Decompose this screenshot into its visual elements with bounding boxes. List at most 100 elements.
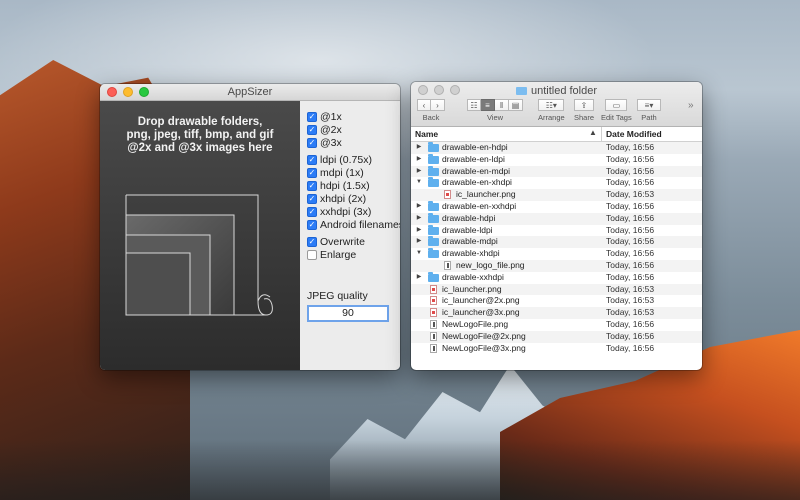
checkbox-unchecked[interactable]: ✓	[307, 250, 317, 260]
file-date-modified: Today, 16:56	[606, 165, 655, 176]
checkbox-checked[interactable]: ✓	[307, 112, 317, 122]
option-checkbox-row[interactable]: ✓ mdpi (1x)	[307, 167, 364, 179]
file-date-modified: Today, 16:56	[606, 259, 655, 270]
edit-tags-button[interactable]: ▭	[605, 99, 628, 111]
appsizer-titlebar[interactable]: AppSizer	[100, 84, 400, 101]
file-list-row[interactable]: ▶ drawable-en-mdpi Today, 16:56	[411, 165, 702, 178]
file-list-row[interactable]: ▼ drawable-en-xhdpi Today, 16:56	[411, 177, 702, 189]
file-date-modified: Today, 16:56	[606, 177, 655, 188]
column-divider[interactable]	[601, 127, 602, 141]
image-file-icon	[430, 308, 437, 318]
option-label: @2x	[320, 124, 342, 136]
jpeg-quality-field[interactable]: 90	[307, 305, 389, 322]
option-checkbox-row[interactable]: ✓ xhdpi (2x)	[307, 193, 366, 205]
gallery-view-button[interactable]: ▤	[509, 99, 523, 111]
checkbox-checked[interactable]: ✓	[307, 155, 317, 165]
disclosure-collapsed-icon[interactable]: ▶	[415, 225, 423, 237]
file-list-row[interactable]: ▶ drawable-xxhdpi Today, 16:56	[411, 271, 702, 284]
disclosure-collapsed-icon[interactable]: ▶	[415, 236, 423, 248]
option-checkbox-row[interactable]: ✓ @1x	[307, 111, 342, 123]
column-header-row: Name ▲ Date Modified	[411, 127, 702, 142]
checkbox-checked[interactable]: ✓	[307, 181, 317, 191]
file-list-row[interactable]: ▶ drawable-en-xxhdpi Today, 16:56	[411, 200, 702, 213]
option-checkbox-row[interactable]: ✓ hdpi (1.5x)	[307, 180, 370, 192]
disclosure-expanded-icon[interactable]: ▼	[415, 177, 423, 189]
back-button[interactable]: ‹	[417, 99, 431, 111]
option-checkbox-row[interactable]: ✓ ldpi (0.75x)	[307, 154, 372, 166]
file-list-row[interactable]: ▶ drawable-en-hdpi Today, 16:56	[411, 142, 702, 154]
checkbox-checked[interactable]: ✓	[307, 125, 317, 135]
image-drop-zone[interactable]: Drop drawable folders, png, jpeg, tiff, …	[100, 101, 300, 370]
list-view-button[interactable]: ≡	[481, 99, 495, 111]
file-name: drawable-mdpi	[442, 236, 498, 247]
file-list-row[interactable]: ic_launcher.png Today, 16:53	[411, 189, 702, 201]
folder-icon	[428, 200, 439, 211]
disclosure-collapsed-icon[interactable]: ▶	[415, 272, 423, 284]
file-date-modified: Today, 16:56	[606, 318, 655, 329]
file-list-row[interactable]: NewLogoFile@3x.png Today, 16:56	[411, 343, 702, 355]
toolbar-overflow-button[interactable]: »	[688, 100, 694, 111]
image-file-icon	[444, 190, 451, 200]
disclosure-collapsed-icon[interactable]: ▶	[415, 154, 423, 166]
file-name: drawable-xhdpi	[442, 248, 500, 259]
forward-button[interactable]: ›	[431, 99, 445, 111]
option-label: @3x	[320, 137, 342, 149]
option-checkbox-row[interactable]: ✓ Overwrite	[307, 236, 365, 248]
option-checkbox-row[interactable]: ✓ Android filenames	[307, 219, 400, 231]
checkbox-checked[interactable]: ✓	[307, 168, 317, 178]
disclosure-collapsed-icon[interactable]: ▶	[415, 201, 423, 213]
file-list-row[interactable]: NewLogoFile@2x.png Today, 16:56	[411, 330, 702, 343]
sort-ascending-icon: ▲	[589, 128, 597, 137]
file-list-row[interactable]: ▼ drawable-xhdpi Today, 16:56	[411, 248, 702, 260]
file-list-row[interactable]: ▶ drawable-hdpi Today, 16:56	[411, 212, 702, 225]
file-name: drawable-en-xxhdpi	[442, 200, 517, 211]
wallpaper-valley	[0, 440, 800, 500]
folder-icon	[428, 177, 439, 188]
option-label: mdpi (1x)	[320, 167, 364, 179]
checkbox-checked[interactable]: ✓	[307, 237, 317, 247]
path-group: ≡▾ Path	[637, 99, 661, 122]
scaled-images-illustration	[125, 194, 273, 316]
option-label: xhdpi (2x)	[320, 193, 367, 205]
option-checkbox-row[interactable]: ✓ @2x	[307, 124, 342, 136]
file-list-row[interactable]: ic_launcher.png Today, 16:53	[411, 283, 702, 296]
name-column-header[interactable]: Name	[415, 129, 438, 139]
disclosure-expanded-icon[interactable]: ▼	[415, 248, 423, 260]
option-checkbox-row[interactable]: ✓Enlarge	[307, 249, 356, 261]
arrange-button[interactable]: ☷▾	[538, 99, 565, 111]
column-view-button[interactable]: ‖	[495, 99, 509, 111]
file-date-modified: Today, 16:56	[606, 153, 655, 164]
checkbox-checked[interactable]: ✓	[307, 220, 317, 230]
file-list-row[interactable]: ▶ drawable-ldpi Today, 16:56	[411, 224, 702, 237]
checkbox-checked[interactable]: ✓	[307, 194, 317, 204]
option-label: xxhdpi (3x)	[320, 206, 372, 218]
file-name: ic_launcher.png	[442, 283, 502, 294]
option-checkbox-row[interactable]: ✓ xxhdpi (3x)	[307, 206, 371, 218]
share-icon: ⇪	[580, 100, 588, 110]
disclosure-collapsed-icon[interactable]: ▶	[415, 213, 423, 225]
image-file-icon	[430, 296, 437, 306]
disclosure-collapsed-icon[interactable]: ▶	[415, 142, 423, 154]
file-list-row[interactable]: new_logo_file.png Today, 16:56	[411, 259, 702, 272]
file-date-modified: Today, 16:56	[606, 142, 655, 152]
file-name: NewLogoFile@2x.png	[442, 330, 526, 341]
date-modified-column-header[interactable]: Date Modified	[606, 129, 662, 139]
path-button[interactable]: ≡▾	[637, 99, 661, 111]
file-list-row[interactable]: ic_launcher@2x.png Today, 16:53	[411, 295, 702, 307]
file-name: drawable-en-xhdpi	[442, 177, 512, 188]
file-list-row[interactable]: ic_launcher@3x.png Today, 16:53	[411, 307, 702, 319]
file-list-row[interactable]: ▶ drawable-en-ldpi Today, 16:56	[411, 153, 702, 166]
checkbox-checked[interactable]: ✓	[307, 207, 317, 217]
file-name: NewLogoFile.png	[442, 318, 509, 329]
icon-view-button[interactable]: ☷	[467, 99, 481, 111]
file-list-row[interactable]: NewLogoFile.png Today, 16:56	[411, 319, 702, 331]
checkbox-checked[interactable]: ✓	[307, 138, 317, 148]
image-file-icon	[430, 343, 437, 353]
chevron-left-icon: ‹	[422, 100, 426, 110]
file-list-row[interactable]: ▶ drawable-mdpi Today, 16:56	[411, 236, 702, 249]
folder-icon	[428, 165, 439, 176]
share-button[interactable]: ⇪	[574, 99, 594, 111]
option-checkbox-row[interactable]: ✓ @3x	[307, 137, 342, 149]
disclosure-collapsed-icon[interactable]: ▶	[415, 166, 423, 178]
list-icon: ≡	[485, 100, 490, 110]
